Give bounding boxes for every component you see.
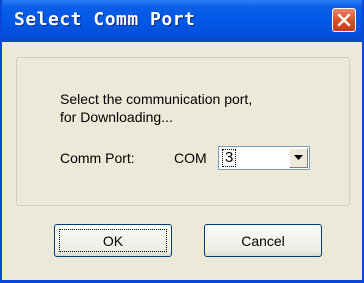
prompt-line-2: for Downloading...	[60, 109, 173, 125]
ok-button[interactable]: OK	[54, 224, 172, 257]
close-button[interactable]	[332, 8, 356, 32]
window-title: Select Comm Port	[14, 9, 196, 30]
dropdown-button[interactable]	[289, 148, 308, 168]
cancel-button[interactable]: Cancel	[204, 224, 322, 257]
prompt-text: Select the communication port, for Downl…	[60, 90, 252, 126]
com-port-select[interactable]: 3	[218, 146, 310, 170]
title-bar[interactable]: Select Comm Port	[2, 0, 362, 42]
close-icon	[337, 13, 351, 27]
comm-port-label: Comm Port:	[60, 150, 135, 166]
settings-group	[16, 57, 350, 206]
cancel-button-label: Cancel	[241, 232, 285, 249]
chevron-down-icon	[294, 155, 303, 160]
focus-rect	[59, 229, 167, 252]
prompt-line-1: Select the communication port,	[60, 91, 253, 107]
dialog-window: Select Comm Port Select the communicatio…	[0, 0, 364, 283]
com-port-value: 3	[222, 149, 237, 167]
com-prefix-label: COM	[174, 150, 207, 166]
